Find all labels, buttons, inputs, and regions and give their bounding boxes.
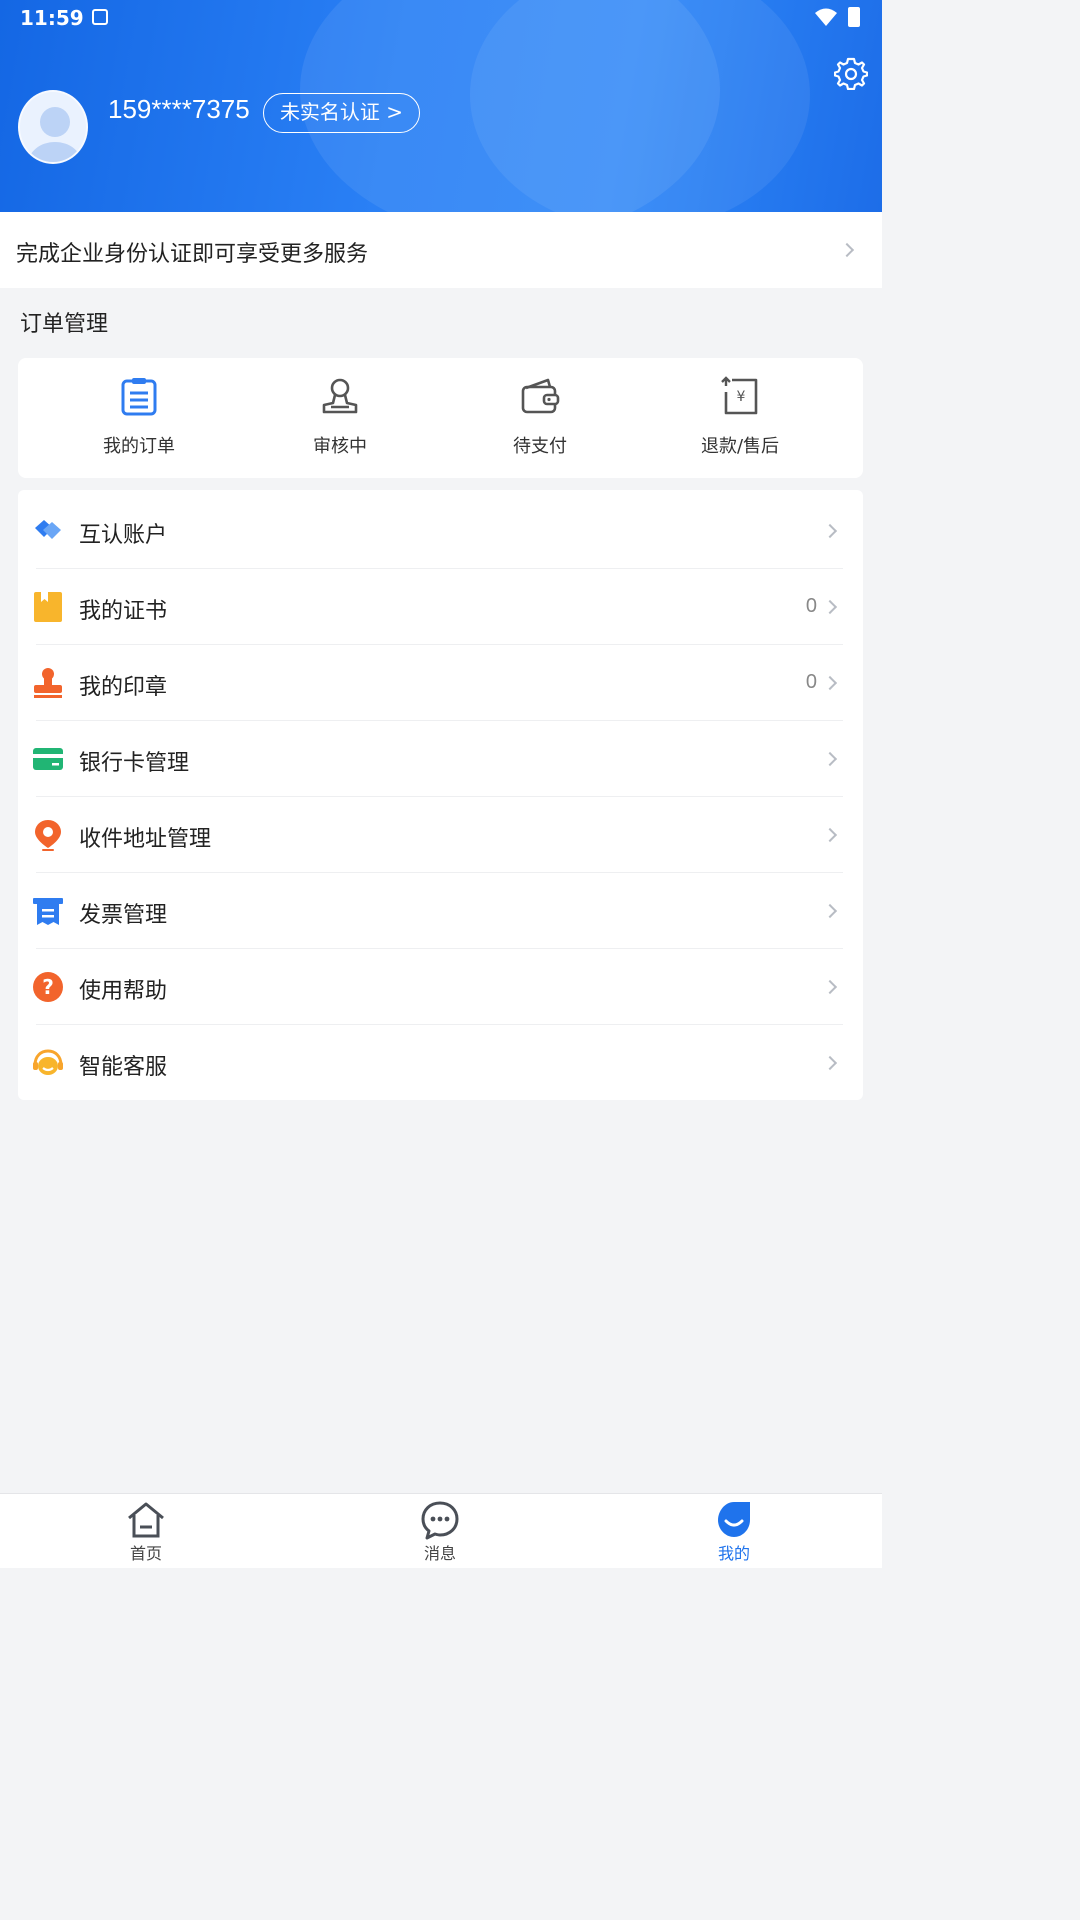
mutual-account-icon: [35, 520, 61, 539]
tab-label: 首页: [129, 1544, 162, 1563]
menu-item-seal[interactable]: 我的印章 0: [18, 645, 863, 721]
menu-item-bank-card[interactable]: 银行卡管理: [18, 721, 863, 797]
location-pin-icon: [35, 820, 61, 851]
phone-number: 159****7375: [108, 94, 250, 124]
service-menu: 互认账户 我的证书 0 我的印章 0 银行卡管理 收件地址管理 发票管理 ? 使…: [18, 490, 863, 1100]
certificate-icon: [34, 592, 62, 622]
wallet-icon: [521, 378, 560, 414]
order-shortcuts: 我的订单 审核中 待支付 ¥ 退款/售后: [18, 358, 863, 478]
order-label: 审核中: [313, 436, 367, 457]
menu-label: 我的印章: [79, 675, 168, 700]
profile-header: 11:59 159****7375 未实名认证 >: [0, 0, 882, 212]
tab-label: 我的: [717, 1544, 750, 1563]
seal-count: 0: [805, 671, 817, 693]
customer-service-icon: [33, 1049, 63, 1075]
tab-profile[interactable]: 我的: [674, 1494, 794, 1569]
status-bar: 11:59: [0, 0, 882, 36]
chevron-right-icon: [822, 599, 838, 615]
notification-app-icon: [92, 9, 108, 25]
menu-label: 发票管理: [79, 903, 168, 928]
order-list-icon: [121, 378, 157, 416]
order-pending-payment[interactable]: 待支付: [440, 358, 640, 478]
chevron-right-icon: [822, 1055, 838, 1071]
menu-label: 我的证书: [79, 599, 168, 624]
order-label: 退款/售后: [700, 436, 780, 457]
order-my-orders[interactable]: 我的订单: [39, 358, 239, 478]
svg-text:?: ?: [42, 975, 54, 999]
chevron-right-icon: [822, 523, 838, 539]
invoice-icon: [33, 898, 63, 925]
menu-label: 互认账户: [79, 523, 168, 548]
message-icon: [421, 1501, 459, 1540]
menu-label: 银行卡管理: [79, 751, 190, 776]
gear-icon[interactable]: [834, 56, 868, 90]
avatar[interactable]: [18, 90, 88, 164]
order-label: 我的订单: [103, 436, 175, 457]
chevron-right-icon: [822, 675, 838, 691]
certificate-count: 0: [805, 595, 817, 617]
order-label: 待支付: [513, 436, 567, 457]
menu-label: 智能客服: [79, 1055, 168, 1080]
reviewing-icon: [322, 378, 358, 414]
menu-item-help[interactable]: ? 使用帮助: [18, 949, 863, 1025]
chevron-right-icon: [839, 242, 855, 258]
profile-icon: [718, 1502, 750, 1537]
menu-item-customer-service[interactable]: 智能客服: [18, 1025, 863, 1101]
order-section-title: 订单管理: [20, 312, 109, 337]
battery-icon: [848, 7, 860, 27]
help-icon: ?: [33, 972, 63, 1002]
enterprise-verify-text: 完成企业身份认证即可享受更多服务: [16, 242, 369, 267]
menu-item-mutual-account[interactable]: 互认账户: [18, 493, 863, 569]
tab-messages[interactable]: 消息: [380, 1494, 500, 1569]
seal-icon: [34, 668, 62, 698]
enterprise-verify-banner[interactable]: 完成企业身份认证即可享受更多服务: [0, 212, 882, 288]
bank-card-icon: [33, 748, 63, 770]
order-reviewing[interactable]: 审核中: [240, 358, 440, 478]
chevron-right-icon: [822, 751, 838, 767]
menu-item-address[interactable]: 收件地址管理: [18, 797, 863, 873]
real-name-verify-button[interactable]: 未实名认证 >: [263, 93, 420, 133]
chevron-right-icon: [822, 903, 838, 919]
svg-text:¥: ¥: [737, 389, 746, 405]
bottom-tab-bar: 首页 消息 我的: [0, 1493, 882, 1568]
menu-item-certificate[interactable]: 我的证书 0: [18, 569, 863, 645]
tab-label: 消息: [423, 1544, 456, 1563]
wifi-icon: [815, 8, 837, 26]
avatar-placeholder-icon: [28, 107, 82, 162]
chevron-right-icon: [822, 827, 838, 843]
tab-home[interactable]: 首页: [86, 1494, 206, 1569]
menu-label: 收件地址管理: [79, 827, 212, 852]
menu-item-invoice[interactable]: 发票管理: [18, 873, 863, 949]
status-time: 11:59: [20, 6, 84, 30]
chevron-right-icon: [822, 979, 838, 995]
order-refund[interactable]: ¥ 退款/售后: [640, 358, 840, 478]
home-icon: [128, 1502, 164, 1538]
refund-icon: ¥: [721, 376, 758, 415]
menu-label: 使用帮助: [79, 979, 168, 1004]
